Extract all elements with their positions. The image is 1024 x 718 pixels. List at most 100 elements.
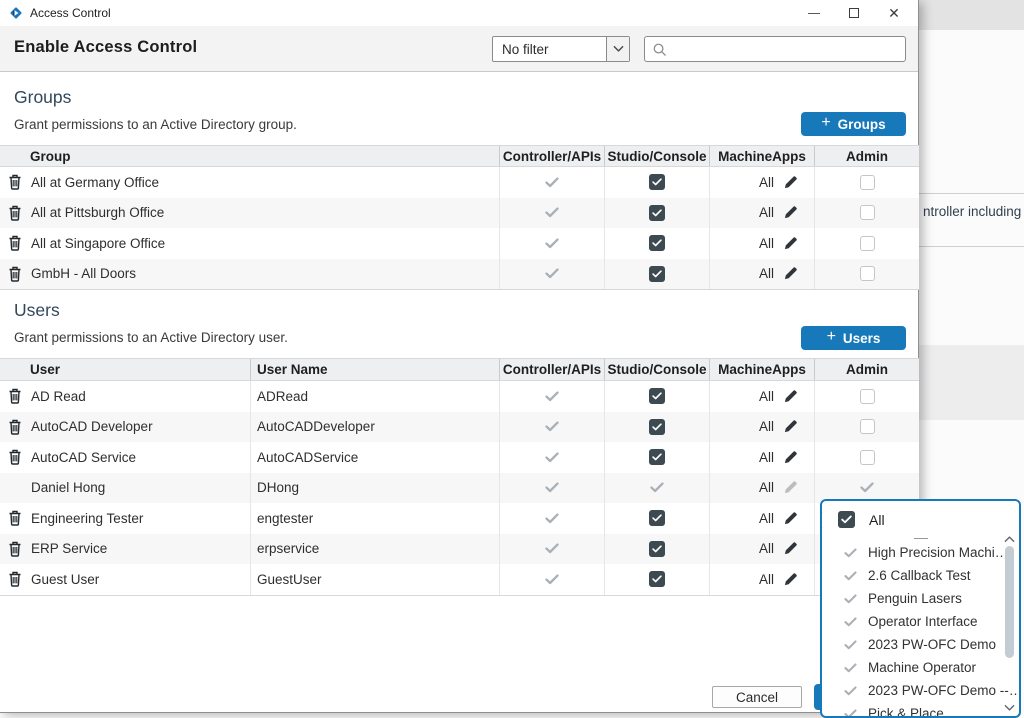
scrollbar-thumb[interactable] (1005, 546, 1014, 658)
check-icon (545, 207, 559, 218)
studio-checkbox[interactable] (649, 266, 665, 282)
scroll-down-icon[interactable] (1004, 704, 1015, 712)
edit-pencil-icon[interactable] (783, 572, 798, 587)
table-row: All at Singapore Office All (0, 228, 919, 259)
studio-checkbox[interactable] (649, 235, 665, 251)
machine-item[interactable]: 2023 PW-OFC Demo (822, 633, 1019, 656)
admin-checkbox[interactable] (860, 266, 875, 281)
admin-checkbox[interactable] (860, 389, 875, 404)
machineapps-value: All (759, 419, 774, 434)
add-groups-button[interactable]: + Groups (801, 112, 906, 136)
table-row: ERP Service erpservice All (0, 534, 919, 565)
add-groups-label: Groups (838, 117, 886, 132)
scroll-up-icon[interactable] (1004, 535, 1015, 543)
delete-icon[interactable] (8, 449, 22, 465)
delete-icon[interactable] (8, 419, 22, 435)
group-name: All at Pittsburgh Office (31, 205, 164, 220)
machine-item[interactable]: 2023 PW-OFC Demo --… (822, 679, 1019, 702)
admin-checkbox[interactable] (860, 450, 875, 465)
edit-pencil-icon[interactable] (783, 511, 798, 526)
edit-pencil-icon[interactable] (783, 236, 798, 251)
admin-checkbox[interactable] (860, 236, 875, 251)
check-icon (844, 663, 857, 673)
studio-checkbox[interactable] (649, 205, 665, 221)
delete-icon[interactable] (8, 174, 22, 190)
edit-pencil-icon[interactable] (783, 389, 798, 404)
add-users-button[interactable]: + Users (801, 326, 906, 350)
edit-pencil-icon[interactable] (783, 266, 798, 281)
check-icon (844, 640, 857, 650)
delete-icon[interactable] (8, 266, 22, 282)
check-icon (650, 482, 664, 493)
machine-label: Machine Operator (868, 660, 976, 675)
col-group: Group (0, 146, 499, 166)
edit-pencil-icon[interactable] (783, 205, 798, 220)
table-row: Guest User GuestUser All (0, 564, 919, 595)
delete-icon[interactable] (8, 235, 22, 251)
users-table-header: User User Name Controller/APIs Studio/Co… (0, 358, 919, 381)
user-display-name: AutoCAD Developer (31, 419, 153, 434)
background-divider (919, 246, 1024, 247)
groups-heading: Groups (14, 87, 71, 108)
edit-pencil-icon[interactable] (783, 175, 798, 190)
check-icon (545, 421, 559, 432)
delete-icon[interactable] (8, 541, 22, 557)
studio-checkbox[interactable] (649, 541, 665, 557)
minimize-button[interactable] (794, 0, 834, 26)
studio-checkbox[interactable] (649, 174, 665, 190)
studio-checkbox[interactable] (649, 510, 665, 526)
machine-item[interactable]: Machine Operator (822, 656, 1019, 679)
check-icon (545, 543, 559, 554)
search-input[interactable] (667, 37, 905, 61)
studio-checkbox[interactable] (649, 571, 665, 587)
edit-pencil-icon[interactable] (783, 541, 798, 556)
user-display-name: Guest User (31, 572, 99, 587)
delete-icon[interactable] (8, 571, 22, 587)
user-display-name: Engineering Tester (31, 511, 143, 526)
col-controller: Controller/APIs (499, 146, 604, 166)
popup-divider (914, 538, 928, 539)
edit-pencil-icon[interactable] (783, 419, 798, 434)
table-row-current-user: Daniel Hong DHong All (0, 473, 919, 504)
admin-checkbox[interactable] (860, 205, 875, 220)
studio-checkbox[interactable] (649, 388, 665, 404)
groups-description: Grant permissions to an Active Directory… (14, 117, 297, 132)
user-name: ADRead (257, 389, 308, 404)
check-icon (844, 548, 857, 558)
close-button[interactable]: ✕ (874, 0, 914, 26)
edit-pencil-icon[interactable] (783, 450, 798, 465)
delete-icon[interactable] (8, 510, 22, 526)
machineapps-value: All (759, 266, 774, 281)
users-description: Grant permissions to an Active Directory… (14, 330, 288, 345)
machine-item[interactable]: High Precision Machi… (822, 541, 1019, 564)
studio-checkbox[interactable] (649, 419, 665, 435)
machineapps-value: All (759, 450, 774, 465)
machine-item[interactable]: 2.6 Callback Test (822, 564, 1019, 587)
users-table: User User Name Controller/APIs Studio/Co… (0, 358, 919, 596)
machineapps-popup: All High Precision Machi… 2.6 Callback T… (820, 499, 1021, 718)
filter-dropdown[interactable]: No filter (492, 36, 630, 62)
background-divider (919, 193, 1024, 194)
delete-icon[interactable] (8, 388, 22, 404)
maximize-button[interactable] (834, 0, 874, 26)
group-name: All at Singapore Office (31, 236, 165, 251)
chevron-down-icon[interactable] (606, 37, 629, 61)
all-checkbox[interactable] (838, 511, 855, 528)
popup-all-item[interactable]: All (822, 501, 1019, 528)
machine-item[interactable]: Pick & Place (822, 702, 1019, 718)
user-name: erpservice (257, 541, 319, 556)
machine-label: High Precision Machi… (868, 545, 1008, 560)
popup-scrollbar[interactable] (1002, 535, 1016, 712)
admin-checkbox[interactable] (860, 419, 875, 434)
col-studio: Studio/Console (604, 359, 709, 380)
dialog-header: Enable Access Control No filter (0, 26, 918, 72)
cancel-button[interactable]: Cancel (712, 686, 802, 708)
machine-label: Penguin Lasers (868, 591, 962, 606)
machine-item[interactable]: Operator Interface (822, 610, 1019, 633)
machine-item[interactable]: Penguin Lasers (822, 587, 1019, 610)
admin-checkbox[interactable] (860, 175, 875, 190)
col-admin: Admin (814, 146, 919, 166)
delete-icon[interactable] (8, 205, 22, 221)
studio-checkbox[interactable] (649, 449, 665, 465)
search-icon (652, 42, 667, 57)
